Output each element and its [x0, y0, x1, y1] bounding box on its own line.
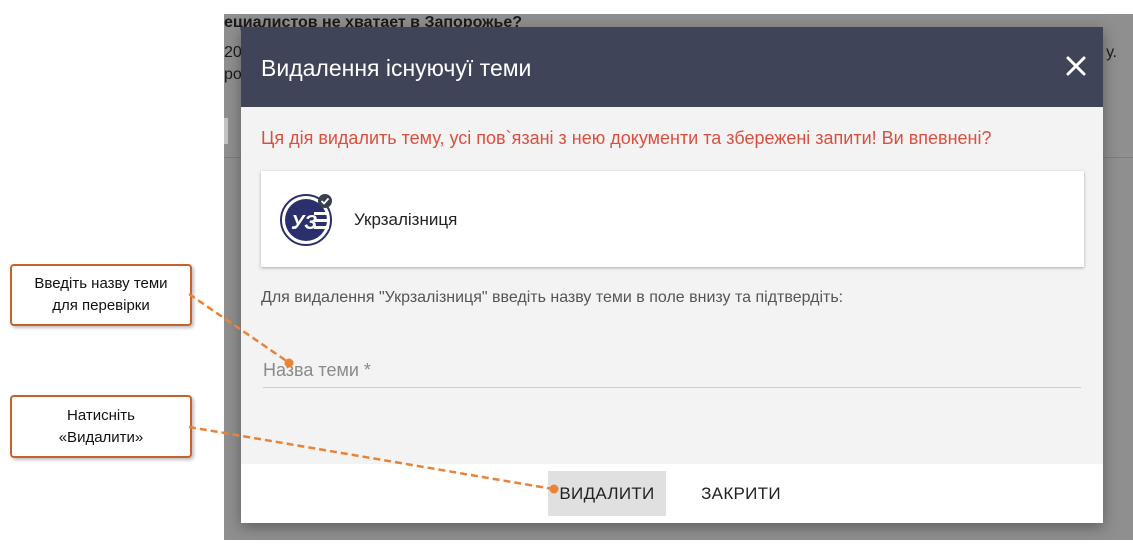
- delete-warning: Ця дія видалить тему, усі пов`язані з не…: [261, 128, 992, 148]
- background-text-fragment: 20: [224, 44, 242, 61]
- dialog-title: Видалення існуючуї теми: [261, 55, 532, 81]
- topic-name: Укрзалізниця: [354, 210, 458, 229]
- callout-line: «Видалити»: [58, 428, 144, 446]
- topic-card: УЗ Укрзалізниця: [261, 171, 1084, 267]
- uz-logo-icon: УЗ: [280, 192, 334, 246]
- topic-name-input[interactable]: [263, 355, 1081, 385]
- verified-check-icon: [318, 194, 332, 208]
- topic-name-field: [263, 355, 1081, 388]
- svg-text:УЗ: УЗ: [291, 212, 317, 234]
- background-text-fragment: ро: [224, 66, 242, 83]
- callout-press-delete: Натисніть «Видалити»: [10, 395, 192, 458]
- background-control: [224, 118, 228, 144]
- callout-line: Натисніть: [67, 406, 135, 424]
- dialog-footer: ВИДАЛИТИ ЗАКРИТИ: [241, 464, 1103, 523]
- dialog-header: Видалення існуючуї теми: [241, 27, 1103, 107]
- delete-topic-dialog: Видалення існуючуї теми Ця дія видалить …: [241, 27, 1103, 523]
- delete-instructions: Для видалення "Укрзалізниця" введіть наз…: [261, 289, 844, 306]
- callout-line: для перевірки: [52, 297, 150, 314]
- background-text-fragment: у.: [1106, 44, 1117, 61]
- callout-enter-topic-name: Введіть назву теми для перевірки: [10, 264, 192, 326]
- close-button[interactable]: ЗАКРИТИ: [691, 471, 791, 516]
- callout-line: Введіть назву теми: [34, 275, 168, 292]
- close-icon[interactable]: [1061, 51, 1091, 81]
- delete-button[interactable]: ВИДАЛИТИ: [548, 471, 666, 516]
